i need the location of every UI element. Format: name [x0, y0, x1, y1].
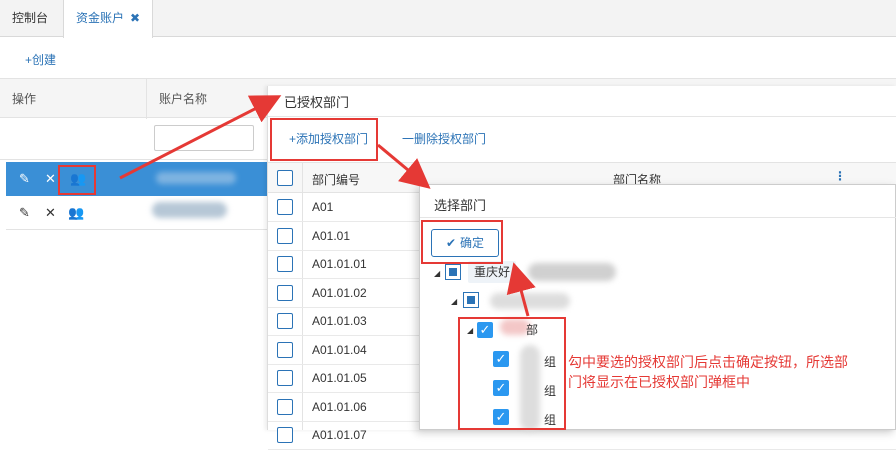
annotation-line: 门将显示在已授权部门弹框中	[568, 374, 750, 390]
annotation-line: 勾中要选的授权部门后点击确定按钮，所选部	[568, 354, 848, 370]
annotation-text: 勾中要选的授权部门后点击确定按钮，所选部 门将显示在已授权部门弹框中	[568, 352, 894, 392]
arrow-to-dialog	[377, 143, 431, 189]
arrow-to-confirm	[506, 262, 536, 317]
arrow-to-panel	[119, 95, 282, 180]
dept-code-cell: A01.01.07	[312, 428, 367, 442]
